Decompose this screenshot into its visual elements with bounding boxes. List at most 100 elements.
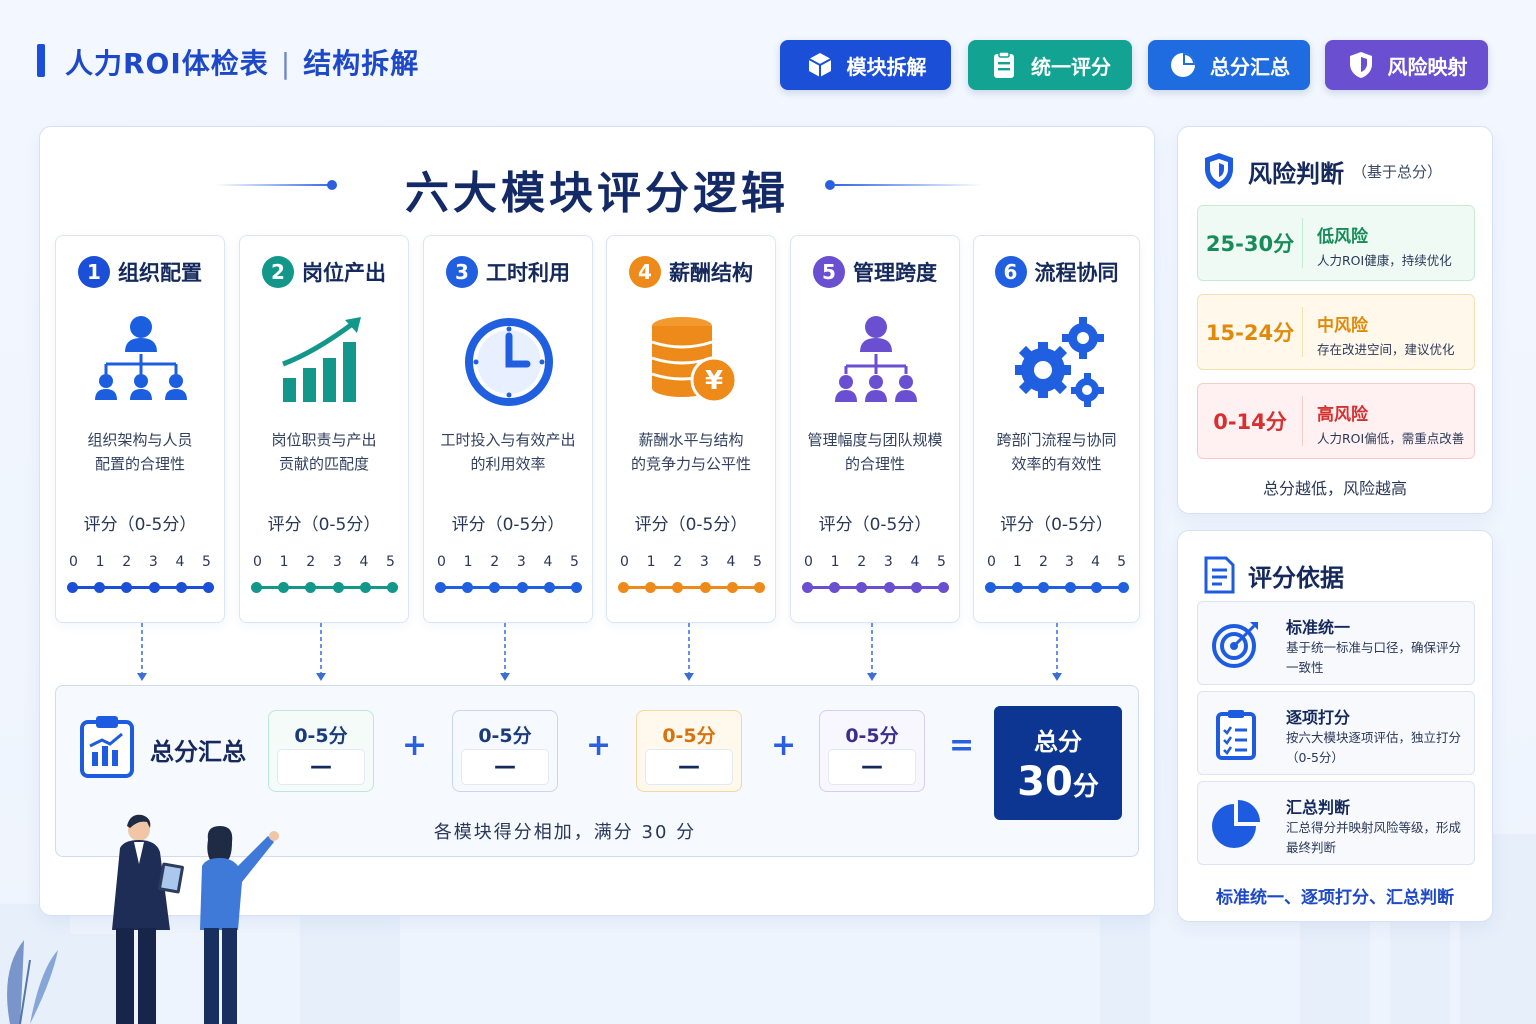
- flow-arrow: [867, 623, 877, 681]
- score-scale-labels: 012345: [620, 554, 762, 570]
- tab-module-breakdown[interactable]: 模块拆解: [780, 40, 951, 90]
- tab-label: 模块拆解: [846, 54, 927, 79]
- summary-label: 总分汇总: [150, 738, 246, 766]
- module-description: 薪酬水平与结构 的竞争力与公平性: [630, 431, 751, 473]
- module-description: 岗位职责与产出 贡献的匹配度: [271, 431, 377, 473]
- module-card-work-hours: 3 工时利用 工时投入与有效产出 的利用效率 评分（0-5分） 012345: [423, 235, 593, 623]
- scale-line: [623, 586, 759, 589]
- growth-chart-icon: [282, 317, 361, 402]
- cube-icon: [808, 53, 831, 77]
- pie-chart-icon: [1171, 53, 1195, 77]
- flow-arrow: [684, 623, 694, 681]
- module-number: 4: [629, 256, 661, 288]
- plus-operator: +: [402, 728, 428, 763]
- scale-dot: [543, 582, 555, 593]
- module-card-process-collaboration: 6 流程协同 跨部门流程与协同 效率的有效性 评分（0-5分） 012345: [973, 235, 1140, 623]
- flow-arrow: [500, 623, 510, 681]
- module-number: 3: [446, 256, 478, 288]
- module-score-label: 评分（0-5分）: [818, 515, 932, 535]
- score-scale-labels: 012345: [437, 554, 579, 570]
- scale-dot: [1038, 582, 1050, 593]
- scale-dot: [462, 582, 474, 593]
- scale-dot: [618, 582, 629, 593]
- risk-judgment-panel: 风险判断 （基于总分） 25-30分 低风险 人力ROI健康，持续优化 15-24…: [1177, 126, 1493, 514]
- clipboard-chart-icon: [80, 716, 134, 778]
- module-score-box: 0-5分 —: [452, 710, 558, 792]
- module-score-label: 评分（0-5分）: [267, 515, 381, 535]
- module-description: 组织架构与人员 配置的合理性: [87, 431, 193, 473]
- scale-dot: [1064, 582, 1076, 593]
- score-scale-labels: 012345: [69, 554, 211, 570]
- scale-line: [807, 586, 943, 589]
- module-number: 6: [994, 256, 1027, 288]
- title-decoration-right: [833, 184, 983, 186]
- scale-dot: [672, 582, 684, 593]
- module-description: 跨部门流程与协同 效率的有效性: [996, 431, 1117, 473]
- module-name: 工时利用: [486, 261, 570, 285]
- scale-dot: [1118, 582, 1129, 593]
- risk-footnote: 总分越低，风险越高: [1262, 479, 1407, 498]
- scoring-basis-panel: 评分依据 标准统一 基于统一标准与口径，确保评分一致性 逐项打分 按六大模块逐项评估…: [1177, 530, 1493, 922]
- plus-operator: +: [586, 728, 612, 763]
- scale-line: [72, 586, 208, 589]
- module-card-management-span: 5 管理跨度 管理幅度与团队规模 的合理性 评分（0-5分） 012345: [790, 235, 960, 623]
- header-accent-bar: [37, 44, 45, 77]
- tab-label: 风险映射: [1387, 54, 1468, 79]
- scale-line: [256, 586, 392, 589]
- scale-dot: [856, 582, 868, 593]
- module-name: 岗位产出: [302, 261, 386, 285]
- scale-dot: [985, 582, 996, 593]
- tab-risk-mapping[interactable]: 风险映射: [1325, 40, 1488, 90]
- scale-dot: [910, 582, 922, 593]
- score-scale-labels: 012345: [804, 554, 946, 570]
- scale-dot: [699, 582, 711, 593]
- module-score-label: 评分（0-5分）: [1000, 515, 1113, 535]
- module-score-label: 评分（0-5分）: [634, 515, 748, 535]
- module-score-box: 0-5分 —: [819, 710, 925, 792]
- hierarchy-icon: [835, 316, 917, 402]
- scale-dot: [726, 582, 738, 593]
- scale-dot: [938, 582, 949, 593]
- risk-level-low: 25-30分 低风险 人力ROI健康，持续优化: [1197, 205, 1475, 281]
- risk-subtitle: （基于总分）: [1352, 162, 1443, 181]
- basis-footnote: 标准统一、逐项打分、汇总判断: [1216, 888, 1454, 908]
- score-scale: [618, 582, 765, 593]
- tab-label: 统一评分: [1031, 54, 1111, 79]
- score-scale: [435, 582, 582, 593]
- total-label: 总分: [1034, 728, 1082, 756]
- tab-unified-scoring[interactable]: 统一评分: [968, 40, 1132, 90]
- scale-dot: [1011, 582, 1023, 593]
- scale-dot: [489, 582, 501, 593]
- shield-icon: [1205, 153, 1233, 189]
- flow-arrow: [316, 623, 326, 681]
- document-icon: [1204, 556, 1235, 594]
- score-scale: [251, 582, 398, 593]
- scale-dot: [203, 582, 214, 593]
- module-score-box: 0-5分 —: [636, 710, 742, 792]
- scale-dot: [67, 582, 78, 593]
- clock-icon: [465, 318, 553, 406]
- scale-dot: [121, 582, 133, 593]
- score-scale: [802, 582, 949, 593]
- scale-line: [440, 586, 576, 589]
- module-description: 管理幅度与团队规模 的合理性: [807, 431, 943, 473]
- title-separator: |: [280, 47, 292, 80]
- basis-item-summary-judgment: 汇总判断 汇总得分并映射风险等级，形成最终判断: [1197, 781, 1475, 865]
- main-title: 六大模块评分逻辑: [405, 168, 789, 219]
- scale-dot: [435, 582, 446, 593]
- scale-dot: [829, 582, 841, 593]
- scale-dot: [516, 582, 528, 593]
- module-card-compensation: 4 薪酬结构 ¥ 薪酬水平与结构 的竞争力与公平性 评分（0-5分） 012345: [606, 235, 776, 623]
- module-card-org-config: 1 组织配置 组织架构与人员 配置的合理性 评分（0-5分） 012345: [55, 235, 225, 623]
- score-scale: [67, 582, 214, 593]
- flow-arrow: [1052, 623, 1062, 681]
- module-name: 薪酬结构: [669, 261, 753, 285]
- pie-chart-icon: [1212, 800, 1260, 848]
- tab-total-summary[interactable]: 总分汇总: [1148, 40, 1310, 90]
- page-title: 人力ROI体检表 | 结构拆解: [65, 42, 419, 82]
- page-title-sub: 结构拆解: [303, 47, 420, 80]
- module-card-position-output: 2 岗位产出 岗位职责与产出 贡献的匹配度 评分（0-5分） 012345: [239, 235, 409, 623]
- scale-dot: [645, 582, 657, 593]
- scale-dot: [359, 582, 371, 593]
- tab-label: 总分汇总: [1210, 54, 1290, 79]
